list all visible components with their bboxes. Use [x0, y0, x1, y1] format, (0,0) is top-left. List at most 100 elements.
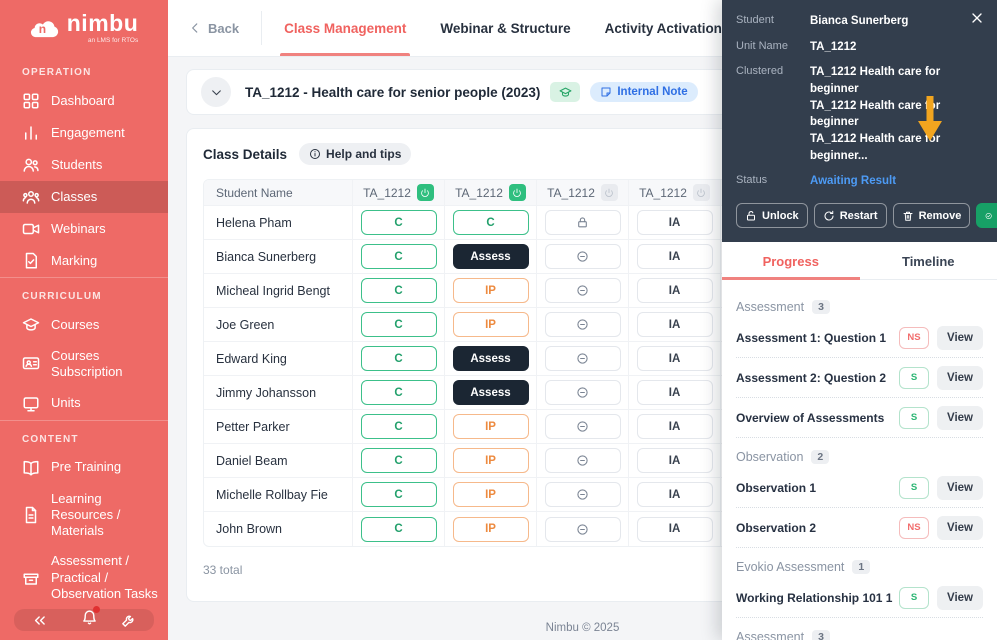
status-in-progress[interactable]: IP: [452, 278, 529, 303]
tools-icon[interactable]: [120, 612, 137, 629]
status-ia[interactable]: IA: [636, 380, 713, 405]
mark-unit-button[interactable]: Mark Unit: [976, 203, 997, 229]
status-not-available[interactable]: [544, 346, 621, 371]
status-not-available[interactable]: [544, 380, 621, 405]
callout-arrow-icon: [918, 96, 942, 141]
view-button[interactable]: View: [937, 585, 983, 610]
sidebar-item-label: Students: [51, 156, 103, 172]
section-count-badge: 3: [812, 630, 830, 640]
status-ia[interactable]: IA: [636, 448, 713, 473]
status-ia[interactable]: IA: [636, 414, 713, 439]
status-in-progress[interactable]: IP: [452, 482, 529, 507]
status-not-available[interactable]: [544, 244, 621, 269]
engagement-icon: [22, 124, 40, 142]
status-cell: IA: [628, 410, 720, 444]
status-ia[interactable]: IA: [636, 312, 713, 337]
status-in-progress[interactable]: IP: [452, 312, 529, 337]
status-not-available[interactable]: [544, 516, 621, 542]
back-button[interactable]: Back: [168, 21, 261, 36]
status-cell: [536, 478, 628, 512]
chevron-down-icon: [210, 86, 223, 99]
collapse-sidebar-icon[interactable]: [31, 612, 48, 629]
sidebar-item-learning-resources-materials[interactable]: Learning Resources / Materials: [0, 484, 168, 547]
status-locked[interactable]: [544, 210, 621, 235]
sidebar-item-webinars[interactable]: Webinars: [0, 213, 168, 245]
status-not-available[interactable]: [544, 482, 621, 507]
status-ia[interactable]: IA: [636, 516, 713, 542]
status-ia[interactable]: IA: [636, 278, 713, 303]
app-root: n nimbu an LMS for RTOs OPERATION Dashboa…: [0, 0, 997, 640]
status-competent[interactable]: C: [360, 448, 437, 473]
close-icon[interactable]: [969, 10, 985, 26]
status-in-progress[interactable]: IP: [452, 414, 529, 439]
tab-webinar-structure[interactable]: Webinar & Structure: [440, 0, 570, 56]
nimbu-cloud-icon: n: [30, 17, 60, 39]
collapse-class-button[interactable]: [201, 77, 231, 107]
sidebar-item-assessment-practical-observation-tasks[interactable]: Assessment / Practical / Observation Tas…: [0, 546, 168, 609]
remove-button[interactable]: Remove: [892, 203, 971, 229]
status-competent[interactable]: C: [360, 278, 437, 303]
webinars-icon: [22, 220, 40, 238]
status-ia[interactable]: IA: [636, 210, 713, 235]
sidebar-item-pre-training[interactable]: Pre Training: [0, 452, 168, 484]
tab-activity-activation[interactable]: Activity Activation: [605, 0, 722, 56]
status-competent[interactable]: C: [360, 414, 437, 439]
status-cell: IA: [628, 240, 720, 274]
power-toggle-icon[interactable]: [692, 184, 710, 201]
restart-button[interactable]: Restart: [813, 203, 887, 229]
sidebar-item-units[interactable]: Units: [0, 388, 168, 420]
graduation-cap-icon: [559, 86, 572, 99]
sidebar-item-courses[interactable]: Courses: [0, 309, 168, 341]
view-button[interactable]: View: [937, 405, 983, 430]
status-cell: IA: [628, 342, 720, 376]
view-button[interactable]: View: [937, 365, 983, 390]
status-competent[interactable]: C: [360, 210, 437, 235]
status-in-progress[interactable]: IP: [452, 448, 529, 473]
panel-tab-timeline[interactable]: Timeline: [860, 242, 997, 279]
progress-section-assessment-0: Assessment 3: [736, 300, 983, 315]
status-competent[interactable]: C: [360, 244, 437, 269]
student-name: Joe Green: [204, 308, 352, 342]
status-cell: C: [352, 342, 444, 376]
field-label: Status: [736, 174, 768, 187]
status-ia[interactable]: IA: [636, 482, 713, 507]
status-in-progress[interactable]: IP: [452, 516, 529, 542]
assess-button[interactable]: Assess: [452, 380, 529, 405]
help-and-tips-button[interactable]: Help and tips: [299, 143, 412, 165]
sidebar-item-label: Engagement: [51, 124, 125, 140]
sidebar-item-courses-subscription[interactable]: Courses Subscription: [0, 341, 168, 388]
student-name: Michelle Rollbay Fie: [204, 478, 352, 512]
status-not-available[interactable]: [544, 278, 621, 303]
power-toggle-icon[interactable]: [508, 184, 526, 201]
power-toggle-icon[interactable]: [600, 184, 618, 201]
status-competent[interactable]: C: [360, 312, 437, 337]
panel-tab-progress[interactable]: Progress: [722, 242, 860, 281]
status-ia[interactable]: IA: [636, 346, 713, 371]
status-competent[interactable]: C: [360, 346, 437, 371]
tab-class-management[interactable]: Class Management: [280, 0, 411, 56]
assess-button[interactable]: Assess: [452, 346, 529, 371]
view-button[interactable]: View: [937, 515, 983, 540]
sidebar-item-students[interactable]: Students: [0, 149, 168, 181]
assess-button[interactable]: Assess: [452, 244, 529, 269]
view-button[interactable]: View: [937, 325, 983, 350]
status-competent[interactable]: C: [360, 516, 437, 542]
nimbu-n-glyph: n: [38, 22, 47, 36]
status-not-available[interactable]: [544, 414, 621, 439]
sidebar-item-classes[interactable]: Classes: [0, 181, 168, 213]
view-button[interactable]: View: [937, 475, 983, 500]
status-competent[interactable]: C: [360, 482, 437, 507]
unlock-button[interactable]: Unlock: [736, 203, 808, 229]
internal-note-badge[interactable]: Internal Note: [590, 82, 698, 102]
sidebar-item-engagement[interactable]: Engagement: [0, 117, 168, 149]
sidebar-item-marking[interactable]: Marking: [0, 245, 168, 277]
status-cell: Assess: [444, 376, 536, 410]
status-ia[interactable]: IA: [636, 244, 713, 269]
notifications-button[interactable]: [81, 606, 100, 631]
status-not-available[interactable]: [544, 312, 621, 337]
status-not-available[interactable]: [544, 448, 621, 473]
status-competent[interactable]: C: [360, 380, 437, 405]
sidebar-item-dashboard[interactable]: Dashboard: [0, 85, 168, 117]
power-toggle-icon[interactable]: [416, 184, 434, 201]
status-competent[interactable]: C: [452, 210, 529, 235]
